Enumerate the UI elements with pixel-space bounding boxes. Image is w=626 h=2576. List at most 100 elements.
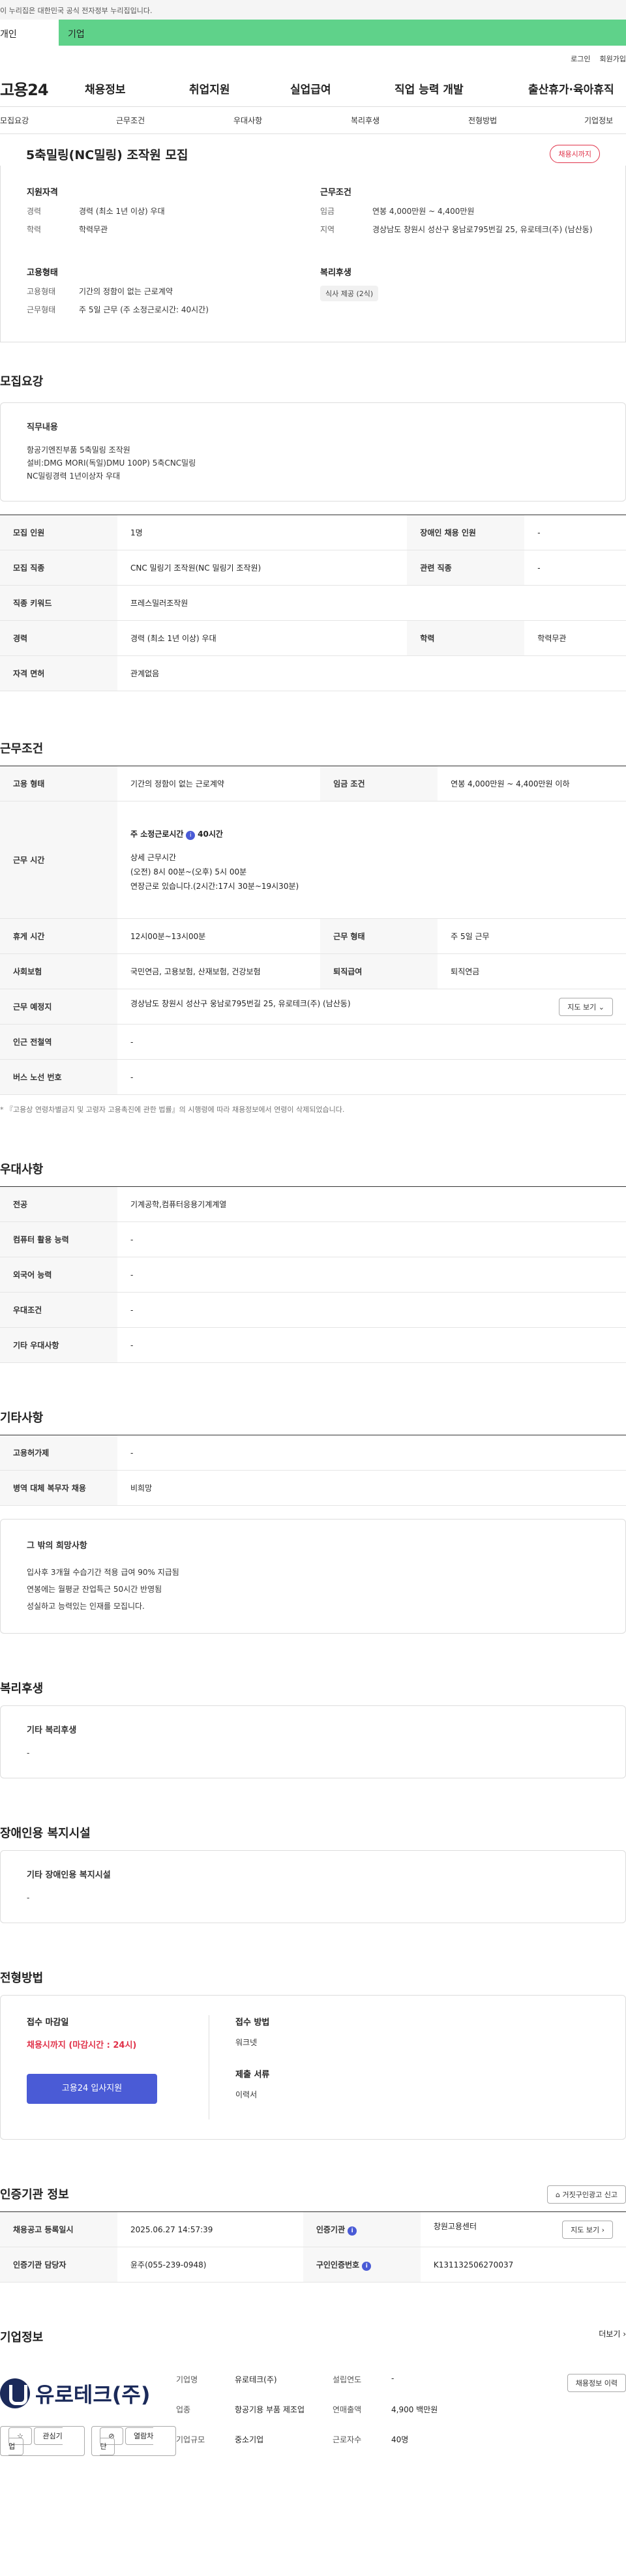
snav-welfare[interactable]: 복리후생: [351, 107, 468, 133]
welfare-box: 기타 복리후생 -: [0, 1705, 626, 1778]
section-nav: 모집요강 근무조건 우대사항 복리후생 전형방법 기업정보: [0, 107, 626, 134]
gnb-unemployment-benefit[interactable]: 실업급여: [290, 80, 395, 97]
company-detail-grid: 기업명 유로테크(주) 설립연도 - 업종 항공기용 부품 제조업 연매출액 4,900 백…: [176, 2374, 438, 2444]
duty-title: 직무내용: [27, 423, 58, 432]
table-row: 외국어 능력 -: [0, 1257, 626, 1293]
agency-table: 채용공고 등록일시 2025.06.27 14:57:39 인증기관 i 창원고용센터…: [0, 2211, 626, 2283]
conditions-title: 근무조건: [0, 742, 44, 756]
process-title: 전형방법: [0, 1971, 44, 1985]
gnb-parental-leave[interactable]: 출산휴가·육아휴직: [528, 80, 614, 97]
conditions-table: 고용 형태 기간의 정함이 없는 근로계약 임금 조건 연봉 4,000만원 ~ 4,…: [0, 766, 626, 1095]
company-header: 기업정보 더보기 ›: [0, 2328, 626, 2354]
table-row: 병역 대체 복무자 채용 비희망: [0, 1470, 626, 1506]
tab-personal[interactable]: 개인: [0, 20, 59, 46]
etc-title: 기타사항: [0, 1411, 44, 1425]
agency-map-button[interactable]: 지도 보기 ›: [562, 2220, 613, 2239]
method-label: 접수 방법: [235, 2018, 270, 2028]
hours-detail-line: 연장근로 있습니다.(2시간:17시 30분~19시30분): [130, 881, 299, 891]
gnb-jobs[interactable]: 채용정보: [85, 80, 189, 97]
snav-recruit[interactable]: 모집요강: [0, 107, 116, 133]
table-row: 모집 직종 CNC 밀링기 조작원(NC 밀링기 조작원) 관련 직종 -: [0, 550, 626, 586]
info-icon[interactable]: i: [348, 2226, 357, 2236]
wish-line: 성실하고 능력있는 인재를 모집니다.: [27, 1602, 145, 1611]
apply-button[interactable]: 고용24 입사지원: [27, 2074, 157, 2104]
agency-header: 인증기관 정보 ⌂ 거짓구인광고 신고: [0, 2185, 626, 2211]
block-button[interactable]: ⊘ 열람차단: [91, 2426, 176, 2456]
disabled-facility-title: 장애인용 복지시설: [0, 1827, 91, 1840]
employment-type-title: 고용형태: [27, 268, 58, 278]
job-summary: 지원자격 경력 경력 (최소 1년 이상) 우대 학력 학력무관 근무조건 임금 연봉…: [0, 166, 626, 342]
report-button[interactable]: ⌂ 거짓구인광고 신고: [547, 2185, 626, 2204]
utility-links: 로그인 회원가입: [0, 46, 626, 70]
snav-company[interactable]: 기업정보: [584, 107, 613, 133]
summary-row: 지역 경상남도 창원시 성산구 웅남로795번길 25, 유로테크(주) (남산동…: [320, 225, 593, 234]
disabled-facility-box: 기타 장애인용 복지시설 -: [0, 1850, 626, 1923]
etc-table: 고용허가제 - 병역 대체 복무자 채용 비희망: [0, 1435, 626, 1506]
recruit-title: 모집요강: [0, 375, 44, 389]
disabled-facility-value: -: [27, 1893, 30, 1902]
docs-value: 이력서: [235, 2090, 258, 2099]
table-row: 인근 전철역 -: [0, 1024, 626, 1060]
tab-company[interactable]: 기업: [59, 20, 117, 46]
deadline-label: 접수 마감일: [27, 2018, 69, 2028]
job-title: 5축밀링(NC밀링) 조작원 모집: [26, 147, 188, 162]
deadline-value: 채용시까지 (마감시간 : 24시): [27, 2041, 137, 2050]
qualification-section: 지원자격 경력 경력 (최소 1년 이상) 우대 학력 학력무관: [27, 185, 320, 242]
preference-title: 우대사항: [0, 1163, 44, 1176]
company-actions: ☆ 관심기업 ⊘ 열람차단: [0, 2426, 176, 2456]
summary-row: 고용형태 기간의 정함이 없는 근로계약: [27, 287, 173, 296]
summary-row: 근무형태 주 5일 근무 (주 소정근로시간: 40시간): [27, 305, 209, 314]
welfare-title: 복리후생: [0, 1682, 44, 1696]
duty-line: 설비:DMG MORI(독일)DMU 100P) 5축CNC밀링: [27, 458, 196, 468]
global-nav: 고용24 채용정보 취업지원 실업급여 직업 능력 개발 출산휴가·육아휴직: [0, 70, 626, 107]
summary-row: 경력 경력 (최소 1년 이상) 우대: [27, 207, 165, 216]
signup-link[interactable]: 회원가입: [600, 53, 626, 70]
chevron-right-icon: ›: [601, 2225, 604, 2234]
process-box: 접수 마감일 채용시까지 (마감시간 : 24시) 고용24 입사지원 접수 방…: [0, 1995, 626, 2140]
table-row: 모집 인원 1명 장애인 채용 인원 -: [0, 515, 626, 550]
chevron-right-icon: ›: [623, 2329, 626, 2339]
hours-detail-line: (오전) 8시 00분~(오후) 5시 00분: [130, 867, 247, 876]
jobs-history-button[interactable]: 채용정보 이력: [567, 2374, 626, 2392]
snav-conditions[interactable]: 근무조건: [116, 107, 233, 133]
gnb-employment-support[interactable]: 취업지원: [189, 80, 290, 97]
more-link[interactable]: 더보기 ›: [599, 2328, 626, 2354]
summary-row: 임금 연봉 4,000만원 ~ 4,400만원: [320, 207, 475, 216]
company-brand: 유로테크(주) ☆ 관심기업 ⊘ 열람차단: [0, 2374, 176, 2456]
company-logo: 유로테크(주): [0, 2374, 176, 2413]
hours-detail-title: 상세 근무시간: [130, 852, 177, 862]
info-icon[interactable]: i: [362, 2261, 372, 2271]
table-row: 직종 키워드 프레스밀러조작원: [0, 585, 626, 621]
wish-line: 연봉에는 월평균 잔업특근 50시간 반영됨: [27, 1585, 162, 1594]
company-logo-text: 유로테크(주): [35, 2382, 151, 2407]
interest-button[interactable]: ☆ 관심기업: [0, 2426, 85, 2456]
work-condition-title: 근무조건: [320, 188, 351, 198]
table-row: 컴퓨터 활용 능력 -: [0, 1221, 626, 1257]
snav-process[interactable]: 전형방법: [468, 107, 584, 133]
deadline-area: 접수 마감일 채용시까지 (마감시간 : 24시) 고용24 입사지원: [27, 2015, 209, 2119]
age-note: * 『고용상 연령차별금지 및 고령자 고용촉진에 관한 법률』의 시행령에 따…: [0, 1105, 345, 1114]
info-icon[interactable]: i: [186, 830, 196, 840]
login-link[interactable]: 로그인: [571, 53, 590, 70]
company-info: 유로테크(주) ☆ 관심기업 ⊘ 열람차단 기업명 유로테크(주) 설립연도 - 업종…: [0, 2354, 626, 2456]
work-condition-section: 근무조건 임금 연봉 4,000만원 ~ 4,400만원 지역 경상남도 창원시 성…: [320, 185, 599, 242]
gnb-job-training[interactable]: 직업 능력 개발: [395, 80, 528, 97]
company-mark-icon: [0, 2378, 30, 2408]
table-row: 사회보험 국민연금, 고용보험, 산재보험, 건강보험 퇴직급여 퇴직연금: [0, 953, 626, 989]
map-button[interactable]: 지도 보기 ⌄: [559, 997, 613, 1016]
jobs-history-area: 채용정보 이력: [528, 2374, 626, 2456]
table-row: 자격 면허 관계없음: [0, 655, 626, 691]
duty-line: NC밀링경력 1년이상자 우대: [27, 472, 121, 481]
deadline-badge: 채용시까지: [550, 145, 600, 163]
summary-row: 학력 학력무관: [27, 225, 108, 234]
site-logo[interactable]: 고용24: [0, 77, 85, 100]
workplace-address: 경상남도 창원시 성산구 웅남로795번길 25, 유로테크(주) (남산동): [130, 998, 351, 1008]
table-row: 전공 기계공학,컴퓨터응용기계계열: [0, 1186, 626, 1222]
table-row: 고용허가제 -: [0, 1435, 626, 1471]
table-row: 버스 노선 번호 -: [0, 1059, 626, 1095]
snav-preference[interactable]: 우대사항: [233, 107, 351, 133]
wish-line: 입사후 3개월 수습기간 적용 급여 90% 지급됨: [27, 1568, 179, 1577]
chevron-down-icon: ⌄: [598, 1002, 604, 1011]
agency-name: 창원고용센터: [433, 2221, 477, 2231]
welfare-summary-section: 복리후생 식사 제공 (2식): [320, 265, 599, 322]
